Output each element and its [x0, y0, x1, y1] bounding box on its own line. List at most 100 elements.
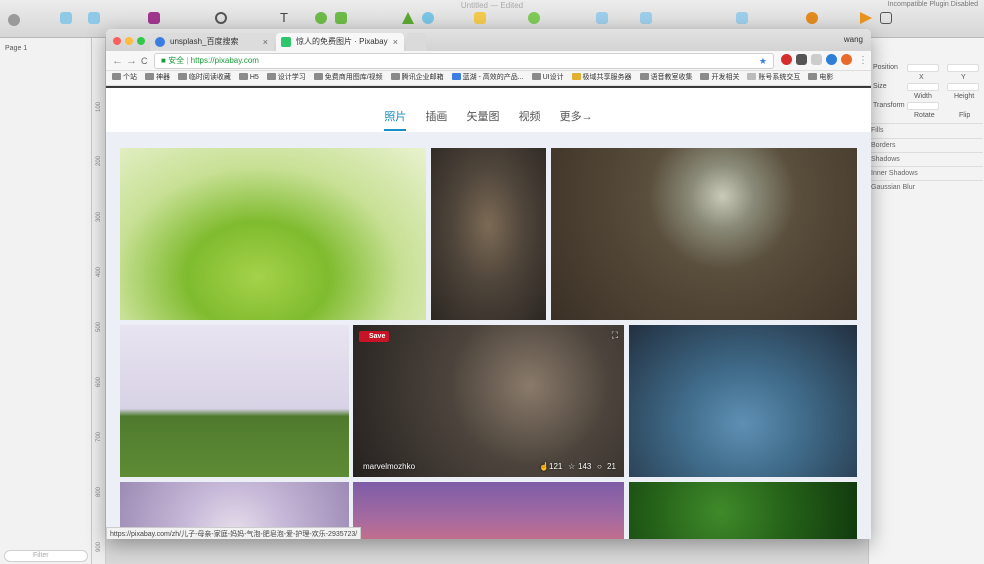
x-field[interactable]	[907, 64, 939, 72]
profile-name[interactable]: wang	[844, 35, 863, 44]
tab-pixabay[interactable]: 惊人的免费图片 · Pixabay ×	[276, 33, 404, 51]
photo-author[interactable]: marvelmozhko	[363, 462, 415, 471]
shape-icon[interactable]	[335, 12, 347, 24]
bookmark-item[interactable]: 个站	[112, 71, 137, 85]
tab-vectors[interactable]: 矢量图	[467, 106, 500, 128]
text-tool-icon[interactable]: T	[280, 11, 292, 24]
zoom-icon[interactable]	[215, 12, 227, 24]
symbol-icon[interactable]	[315, 12, 327, 24]
tab-photos[interactable]: 照片	[384, 106, 407, 131]
zoom-window-icon[interactable]	[137, 37, 145, 45]
bookmark-item[interactable]: 免费商用图库/视频	[313, 71, 383, 85]
bookmark-item[interactable]: 语音教室收集	[639, 71, 693, 85]
photo-denim[interactable]	[629, 325, 857, 477]
back-icon[interactable]: ←	[112, 54, 123, 68]
baidu-favicon-icon	[155, 37, 165, 47]
bookmark-star-icon[interactable]: ★	[759, 54, 767, 68]
photo-cat[interactable]	[431, 148, 546, 320]
inner-shadows-section[interactable]: Inner Shadows	[871, 166, 983, 177]
menu-icon[interactable]: ⋮	[858, 54, 868, 68]
view-icon[interactable]	[880, 12, 892, 24]
adblock-ext-icon[interactable]	[841, 54, 852, 65]
photo-globe-desk[interactable]	[551, 148, 857, 320]
gaussian-blur-section[interactable]: Gaussian Blur	[871, 180, 983, 191]
address-bar[interactable]: ■ 安全 | https://pixabay.com ★	[154, 53, 774, 69]
reload-icon[interactable]: C	[141, 54, 148, 68]
mirror-icon[interactable]	[736, 12, 748, 24]
folder-icon	[112, 73, 121, 80]
close-tab-icon[interactable]: ×	[393, 33, 398, 51]
borders-section[interactable]: Borders	[871, 138, 983, 149]
fullscreen-icon[interactable]: ⛶	[612, 330, 618, 341]
bookmark-item[interactable]: 极域共享服务器	[571, 71, 632, 85]
bookmark-item[interactable]: 账号系统交互	[747, 71, 800, 85]
union-icon[interactable]	[528, 12, 540, 24]
ruler-mark: 500	[96, 322, 102, 333]
ext-icon[interactable]	[811, 54, 822, 65]
fills-section[interactable]: Fills	[871, 123, 983, 134]
media-type-tabs: 照片 插画 矢量图 视频 更多→	[106, 106, 871, 132]
navigation-bar: ← → C ■ 安全 | https://pixabay.com ★ ⋮	[106, 51, 871, 71]
triangle-icon[interactable]	[402, 12, 414, 24]
photo-leaves[interactable]	[629, 482, 857, 539]
pinterest-save-button[interactable]: Save	[359, 331, 389, 342]
bookmark-item[interactable]: 临时阅读收藏	[177, 71, 231, 85]
photo-bubbles[interactable]: Save ⛶ marvelmozhko ☝ 121 ☆ 143 ○ 21	[353, 325, 624, 477]
rotate-label: Rotate	[914, 112, 935, 119]
x-label: X	[919, 74, 924, 81]
group-icon[interactable]	[60, 12, 72, 24]
tab-title: unsplash_百度搜索	[170, 37, 239, 46]
new-tab-button[interactable]	[406, 33, 426, 51]
ungroup-icon[interactable]	[88, 12, 100, 24]
insert-icon[interactable]	[8, 14, 20, 26]
comment-icon[interactable]: ○	[597, 462, 602, 471]
favorite-icon[interactable]: ☆	[568, 462, 575, 471]
plugin-icon[interactable]	[148, 12, 160, 24]
tab-illustrations[interactable]: 插画	[425, 106, 447, 128]
close-tab-icon[interactable]: ×	[263, 33, 268, 51]
forward-icon[interactable]	[596, 12, 608, 24]
forward-icon[interactable]: →	[126, 54, 137, 68]
rotate-field[interactable]	[907, 102, 939, 110]
folder-icon	[238, 73, 248, 80]
folder-icon	[639, 73, 649, 80]
bookmark-item[interactable]: UI设计	[531, 71, 564, 85]
browser-window: unsplash_百度搜索 × 惊人的免费图片 · Pixabay × wang…	[106, 29, 871, 539]
bookmark-item[interactable]: H5	[238, 71, 259, 85]
backward-icon[interactable]	[640, 12, 652, 24]
bookmark-item[interactable]: 神器	[144, 71, 170, 85]
cloud-icon[interactable]	[806, 12, 818, 24]
rectangle-icon[interactable]	[474, 12, 486, 24]
photo-sunset[interactable]	[353, 482, 624, 539]
close-window-icon[interactable]	[113, 37, 121, 45]
shadows-section[interactable]: Shadows	[871, 152, 983, 163]
layer-filter-input[interactable]: Filter	[4, 550, 88, 562]
like-icon[interactable]: ☝	[539, 462, 549, 471]
tab-baidu[interactable]: unsplash_百度搜索 ×	[150, 33, 274, 51]
bookmark-item[interactable]: 设计学习	[266, 71, 306, 85]
bookmark-item[interactable]: 蓝湖 - 高效的产品...	[451, 71, 524, 85]
header-strip	[106, 86, 871, 88]
ruler-mark: 100	[96, 102, 102, 113]
bookmark-item[interactable]: 开发相关	[700, 71, 739, 85]
tab-videos[interactable]: 视频	[519, 106, 541, 128]
pinterest-ext-icon[interactable]	[781, 54, 792, 65]
image-gallery: Save ⛶ marvelmozhko ☝ 121 ☆ 143 ○ 21	[106, 132, 871, 539]
tab-more[interactable]: 更多→	[560, 106, 593, 128]
y-field[interactable]	[947, 64, 979, 72]
width-field[interactable]	[907, 83, 939, 91]
minimize-window-icon[interactable]	[125, 37, 133, 45]
preview-icon[interactable]	[860, 12, 872, 24]
ruler-mark: 200	[96, 156, 102, 167]
photo-romanesco[interactable]	[120, 148, 426, 320]
bookmark-item[interactable]: 电影	[808, 71, 833, 85]
oval-icon[interactable]	[422, 12, 434, 24]
inspector-panel: Position X Y Size Width Height Transform…	[868, 38, 984, 564]
qr-ext-icon[interactable]	[796, 54, 807, 65]
like-count: 121	[549, 462, 563, 471]
page-selector[interactable]: Page 1	[5, 45, 27, 52]
photo-golfer[interactable]	[120, 325, 349, 477]
bookmark-item[interactable]: 腾讯企业邮箱	[390, 71, 444, 85]
height-field[interactable]	[947, 83, 979, 91]
translate-ext-icon[interactable]	[826, 54, 837, 65]
